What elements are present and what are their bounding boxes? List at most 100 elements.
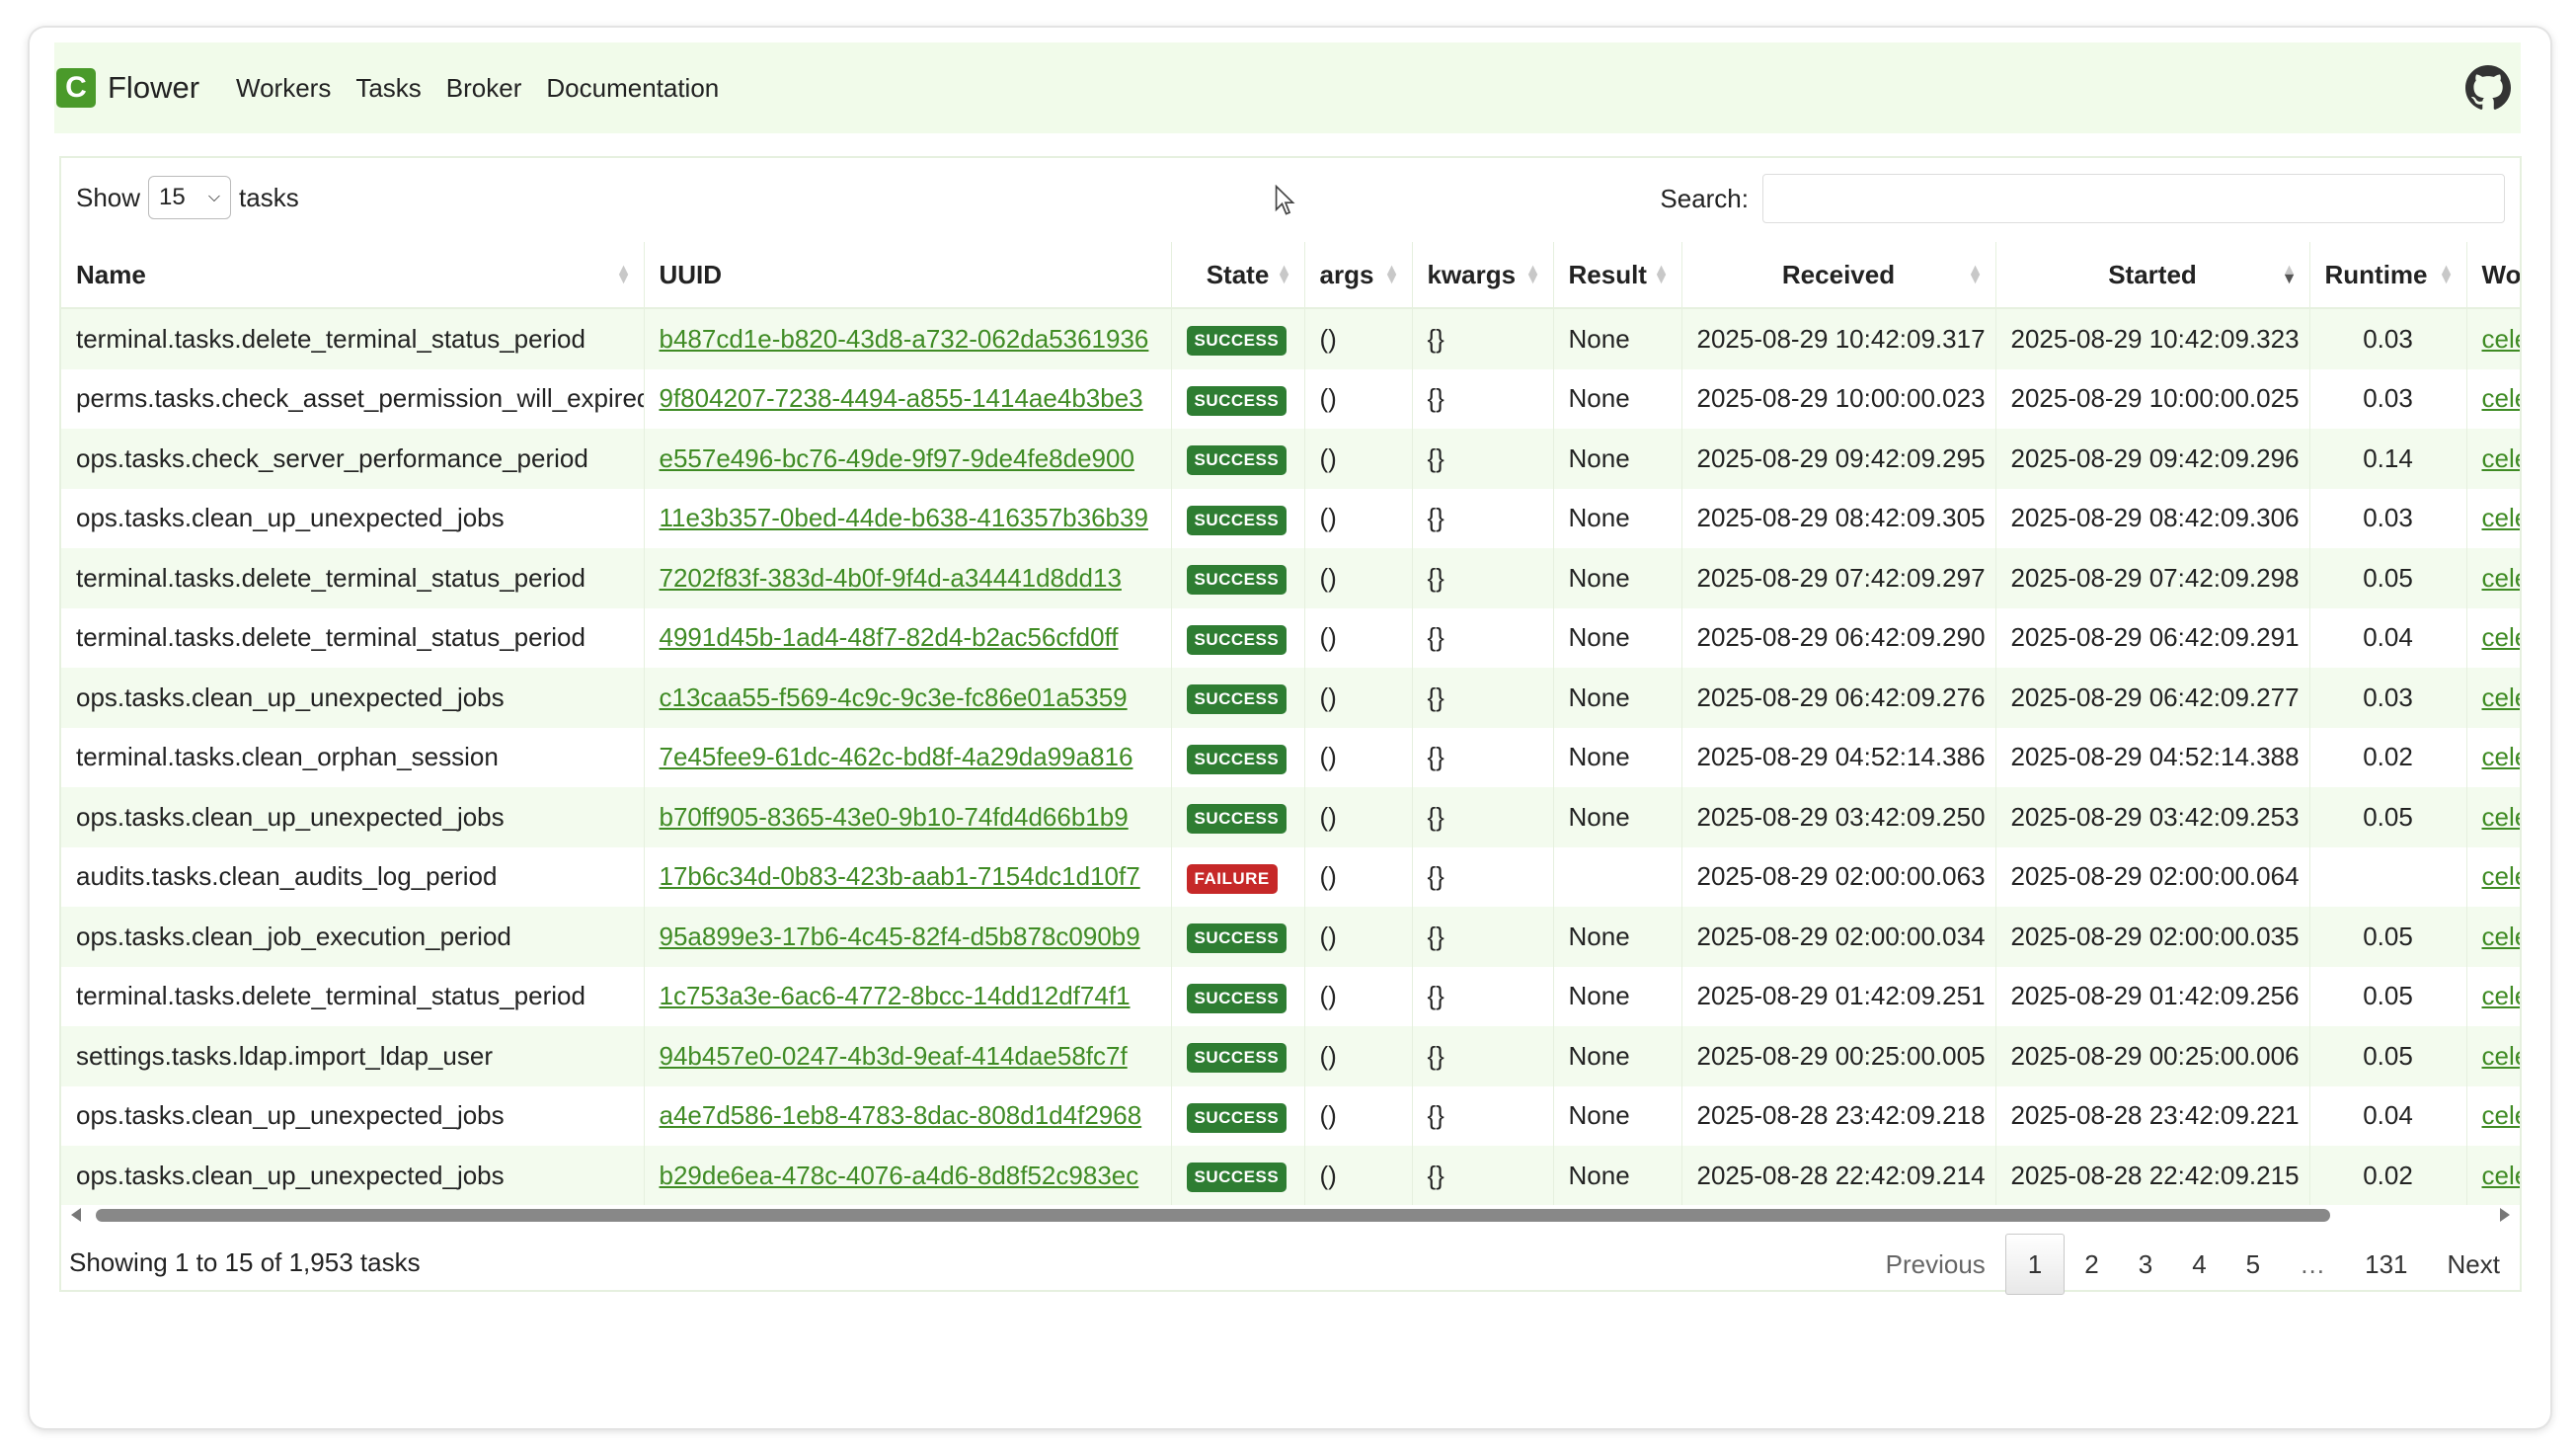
task-uuid-link[interactable]: b487cd1e-b820-43d8-a732-062da5361936 [660,324,1149,354]
worker-cell: cele [2466,1026,2520,1086]
column-header-name[interactable]: Name ▲ ▼ [61,242,645,309]
task-worker-link[interactable]: cele [2482,861,2521,891]
pagination-page-3[interactable]: 3 [2119,1234,2172,1295]
task-uuid-link[interactable]: b70ff905-8365-43e0-9b10-74fd4d66b1b9 [660,802,1129,832]
task-worker-link[interactable]: cele [2482,802,2521,832]
nav-tasks[interactable]: Tasks [355,73,421,104]
state-cell: SUCCESS [1171,727,1305,787]
task-worker-link[interactable]: cele [2482,443,2521,473]
task-uuid-link[interactable]: 7202f83f-383d-4b0f-9f4d-a34441d8dd13 [660,563,1122,593]
task-uuid-link[interactable]: a4e7d586-1eb8-4783-8dac-808d1d4f2968 [660,1100,1142,1130]
page-length-select[interactable]: 15 ⌵ [148,176,232,219]
column-header-result[interactable]: Result ▲ ▼ [1553,242,1682,309]
task-name-cell: terminal.tasks.delete_terminal_status_pe… [76,622,585,653]
task-args-cell: () [1319,323,1337,354]
task-uuid-link[interactable]: c13caa55-f569-4c9c-9c3e-fc86e01a5359 [660,682,1128,712]
horizontal-scrollbar[interactable] [61,1203,2520,1227]
task-uuid-link[interactable]: 95a899e3-17b6-4c45-82f4-d5b878c090b9 [660,922,1140,951]
pagination-page-1[interactable]: 1 [2004,1234,2066,1295]
task-uuid-link[interactable]: e557e496-bc76-49de-9f97-9de4fe8de900 [660,443,1134,473]
task-result-cell: None [1568,1040,1630,1071]
task-uuid-link[interactable]: b29de6ea-478c-4076-a4d6-8d8f52c983ec [660,1161,1139,1190]
column-header-kwargs[interactable]: kwargs ▲ ▼ [1412,242,1554,309]
task-worker-link[interactable]: cele [2482,563,2521,593]
task-worker-link[interactable]: cele [2482,1041,2521,1071]
pagination-page-4[interactable]: 4 [2172,1234,2225,1295]
task-result-cell: None [1568,1160,1630,1190]
brand-link[interactable]: C Flower [54,68,199,108]
nav-broker[interactable]: Broker [446,73,522,104]
kwargs-cell: {} [1412,846,1554,907]
state-cell: SUCCESS [1171,907,1305,967]
task-state-badge: SUCCESS [1186,983,1288,1013]
task-worker-link[interactable]: cele [2482,503,2521,532]
scrollbar-thumb[interactable] [96,1209,2330,1222]
received-cell: 2025-08-29 01:42:09.251 [1681,966,1996,1026]
nav-workers[interactable]: Workers [236,73,331,104]
state-cell: SUCCESS [1171,488,1305,548]
task-received-cell: 2025-08-29 02:00:00.063 [1696,861,1986,892]
column-header-worker[interactable]: Wo [2466,242,2520,309]
task-worker-link[interactable]: cele [2482,1100,2521,1130]
args-cell: () [1304,429,1413,489]
task-uuid-link[interactable]: 94b457e0-0247-4b3d-9eaf-414dae58fc7f [660,1041,1128,1071]
column-header-args[interactable]: args ▲ ▼ [1304,242,1413,309]
task-uuid-link[interactable]: 4991d45b-1ad4-48f7-82d4-b2ac56cfd0ff [660,622,1119,652]
table-row: terminal.tasks.clean_orphan_session 7e45f… [61,727,2521,787]
task-args-cell: () [1319,682,1337,712]
task-worker-link[interactable]: cele [2482,324,2521,354]
task-worker-link[interactable]: cele [2482,742,2521,771]
task-uuid-link[interactable]: 17b6c34d-0b83-423b-aab1-7154dc1d10f7 [660,861,1140,891]
column-header-started[interactable]: Started ▲ ▼ [1995,242,2310,309]
task-runtime-cell: 0.05 [2363,1040,2413,1071]
task-received-cell: 2025-08-29 00:25:00.005 [1696,1040,1986,1071]
column-header-state[interactable]: State ▲ ▼ [1171,242,1305,309]
kwargs-cell: {} [1412,1085,1554,1146]
task-kwargs-cell: {} [1427,1040,1444,1071]
task-uuid-link[interactable]: 11e3b357-0bed-44de-b638-416357b36b39 [660,503,1148,532]
task-worker-link[interactable]: cele [2482,1161,2521,1190]
task-name-cell: ops.tasks.clean_up_unexpected_jobs [76,503,505,533]
column-header-received[interactable]: Received ▲ ▼ [1681,242,1996,309]
tasks-table-scroll[interactable]: Name ▲ ▼ UUID State ▲ ▼ args ▲ ▼ kwargs ▲ ▼ Resu… [61,242,2520,1205]
task-received-cell: 2025-08-29 08:42:09.305 [1696,503,1986,533]
task-runtime-cell: 0.05 [2363,562,2413,593]
task-worker-link[interactable]: cele [2482,622,2521,652]
pagination-page-131[interactable]: 131 [2345,1234,2427,1295]
started-cell: 2025-08-29 07:42:09.298 [1995,548,2310,608]
scroll-left-arrow-icon[interactable] [71,1208,81,1222]
task-uuid-link[interactable]: 9f804207-7238-4494-a855-1414ae4b3be3 [660,383,1143,413]
uuid-cell: 11e3b357-0bed-44de-b638-416357b36b39 [644,488,1172,548]
task-result-cell: None [1568,1100,1630,1131]
task-args-cell: () [1319,622,1337,653]
pagination-next[interactable]: Next [2428,1234,2520,1295]
task-name-cell: ops.tasks.clean_up_unexpected_jobs [76,1100,505,1131]
nav-documentation[interactable]: Documentation [546,73,719,104]
pagination-previous[interactable]: Previous [1866,1234,2005,1295]
pagination-page-5[interactable]: 5 [2226,1234,2280,1295]
task-worker-link[interactable]: cele [2482,922,2521,951]
task-received-cell: 2025-08-29 03:42:09.250 [1696,801,1986,832]
show-label: Show [76,182,141,212]
task-worker-link[interactable]: cele [2482,383,2521,413]
column-header-uuid[interactable]: UUID [644,242,1172,309]
task-uuid-link[interactable]: 7e45fee9-61dc-462c-bd8f-4a29da99a816 [660,742,1133,771]
search-label: Search: [1660,183,1749,213]
search-input[interactable] [1762,174,2505,223]
task-name-cell: ops.tasks.check_server_performance_perio… [76,442,588,473]
github-icon[interactable] [2465,65,2511,111]
started-cell: 2025-08-28 23:42:09.221 [1995,1085,2310,1146]
received-cell: 2025-08-29 00:25:00.005 [1681,1026,1996,1086]
received-cell: 2025-08-29 06:42:09.276 [1681,668,1996,728]
runtime-cell: 0.05 [2309,548,2467,608]
pagination-page-2[interactable]: 2 [2065,1234,2118,1295]
task-worker-link[interactable]: cele [2482,682,2521,712]
task-uuid-link[interactable]: 1c753a3e-6ac6-4772-8bcc-14dd12df74f1 [660,981,1131,1010]
args-cell: () [1304,308,1413,369]
result-cell: None [1553,1085,1682,1146]
column-header-runtime[interactable]: Runtime ▲ ▼ [2309,242,2467,309]
state-cell: SUCCESS [1171,1146,1305,1205]
task-kwargs-cell: {} [1427,442,1444,473]
task-worker-link[interactable]: cele [2482,981,2521,1010]
scroll-right-arrow-icon[interactable] [2500,1208,2510,1222]
